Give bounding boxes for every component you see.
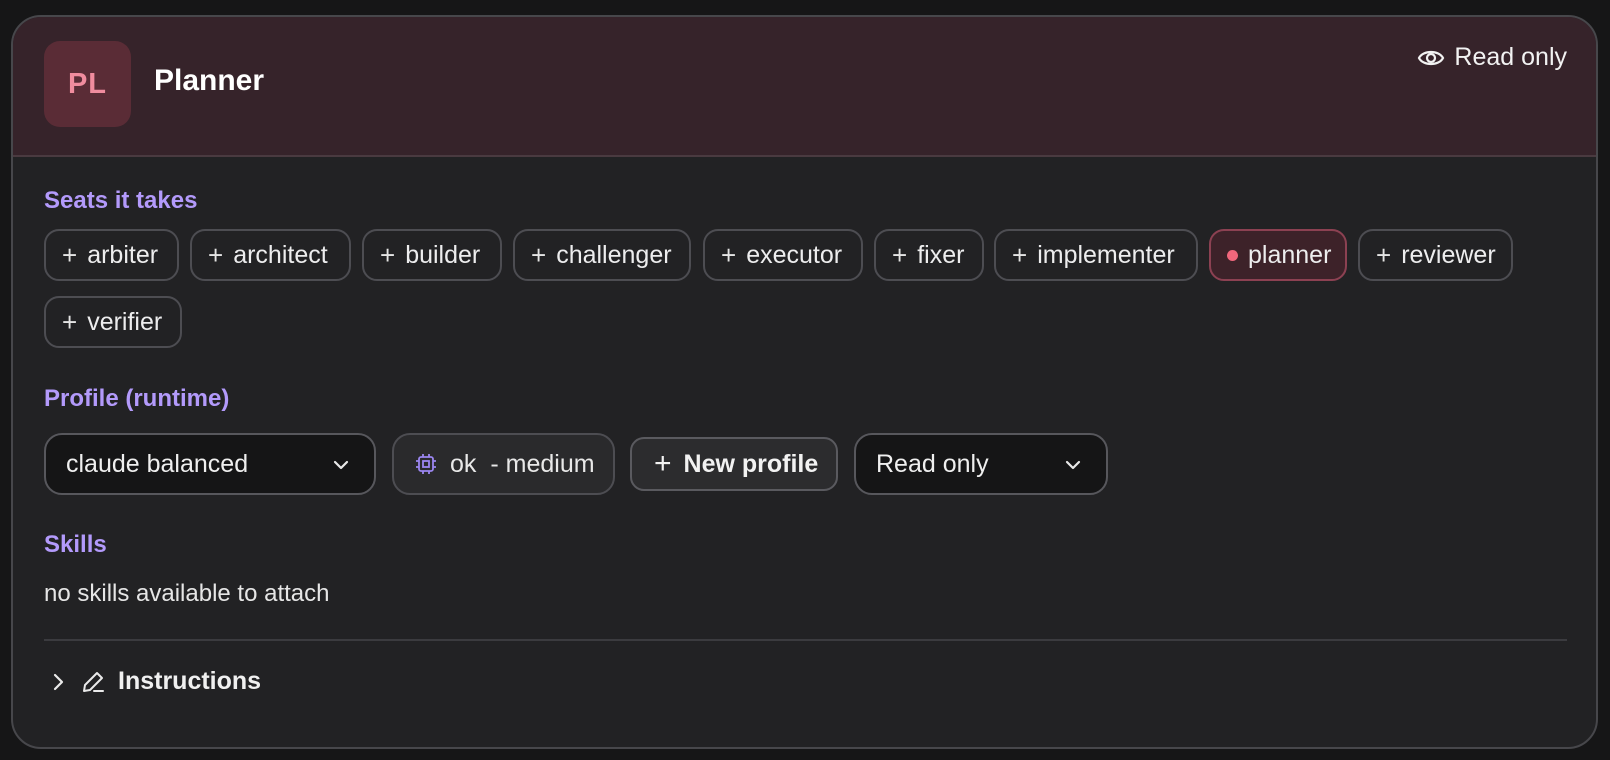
seat-chip-fixer[interactable]: + fixer (874, 229, 984, 281)
divider (44, 639, 1567, 641)
dot-icon (1227, 249, 1238, 261)
permission-select-value: Read only (876, 449, 989, 478)
seat-chip-executor[interactable]: + executor (703, 229, 863, 281)
seat-chip-label: planner (1248, 240, 1332, 269)
new-profile-button[interactable]: + New profile (630, 437, 838, 491)
read-only-toggle[interactable]: Read only (1417, 43, 1567, 72)
seat-chip-label: verifier (87, 307, 163, 336)
plus-icon: + (531, 240, 547, 270)
seat-chip-implementer[interactable]: + implementer (994, 229, 1198, 281)
seat-chip-planner[interactable]: planner (1209, 229, 1347, 281)
plus-icon: + (380, 240, 396, 270)
cpu-chip-icon (416, 454, 436, 474)
plus-icon: + (1376, 240, 1392, 270)
seat-chip-label: builder (405, 240, 481, 269)
seats-label: Seats it takes (44, 187, 198, 214)
plus-icon: + (721, 240, 737, 270)
plus-icon: + (62, 307, 78, 337)
chevron-down-icon (1065, 460, 1081, 470)
plus-icon: + (208, 240, 224, 270)
permission-select[interactable]: Read only (854, 433, 1108, 495)
seat-chip-label: arbiter (87, 240, 159, 269)
chevron-down-icon (333, 460, 349, 470)
profile-label: Profile (runtime) (44, 385, 230, 412)
skills-label: Skills (44, 531, 107, 558)
seat-chip-label: reviewer (1401, 240, 1496, 269)
plus-icon: + (1012, 240, 1028, 270)
seat-chip-challenger[interactable]: + challenger (513, 229, 691, 281)
model-effort: - medium (490, 449, 595, 478)
agent-header: PL Planner Read only (13, 17, 1596, 157)
plus-icon: + (892, 240, 908, 270)
seat-chip-label: implementer (1037, 240, 1175, 269)
instructions-toggle[interactable]: Instructions (48, 667, 261, 696)
plus-icon: + (62, 240, 78, 270)
seat-chip-verifier[interactable]: + verifier (44, 296, 182, 348)
seat-chip-arbiter[interactable]: + arbiter (44, 229, 179, 281)
eye-icon (1418, 50, 1445, 65)
model-badge: ok - medium (392, 433, 615, 495)
agent-card: PL Planner Read only Seats it takes + ar… (11, 15, 1598, 749)
model-name: ok (450, 449, 477, 478)
chevron-right-icon (53, 673, 64, 690)
profile-select[interactable]: claude balanced (44, 433, 376, 495)
seat-chip-label: executor (746, 240, 843, 269)
plus-icon: + (654, 447, 672, 480)
seat-chip-architect[interactable]: + architect (190, 229, 351, 281)
new-profile-label: New profile (683, 449, 819, 478)
profile-select-value: claude balanced (66, 449, 249, 478)
seat-chip-reviewer[interactable]: + reviewer (1358, 229, 1513, 281)
seat-chip-label: fixer (917, 240, 965, 269)
agent-title: Planner (154, 64, 265, 97)
pencil-icon (83, 671, 104, 692)
avatar: PL (44, 41, 131, 127)
seat-chip-label: challenger (556, 240, 672, 269)
instructions-label: Instructions (118, 667, 262, 695)
seat-chip-builder[interactable]: + builder (362, 229, 502, 281)
seat-chip-label: architect (233, 240, 328, 269)
skills-empty-text: no skills available to attach (44, 580, 330, 607)
mode-label: Read only (1454, 43, 1567, 71)
